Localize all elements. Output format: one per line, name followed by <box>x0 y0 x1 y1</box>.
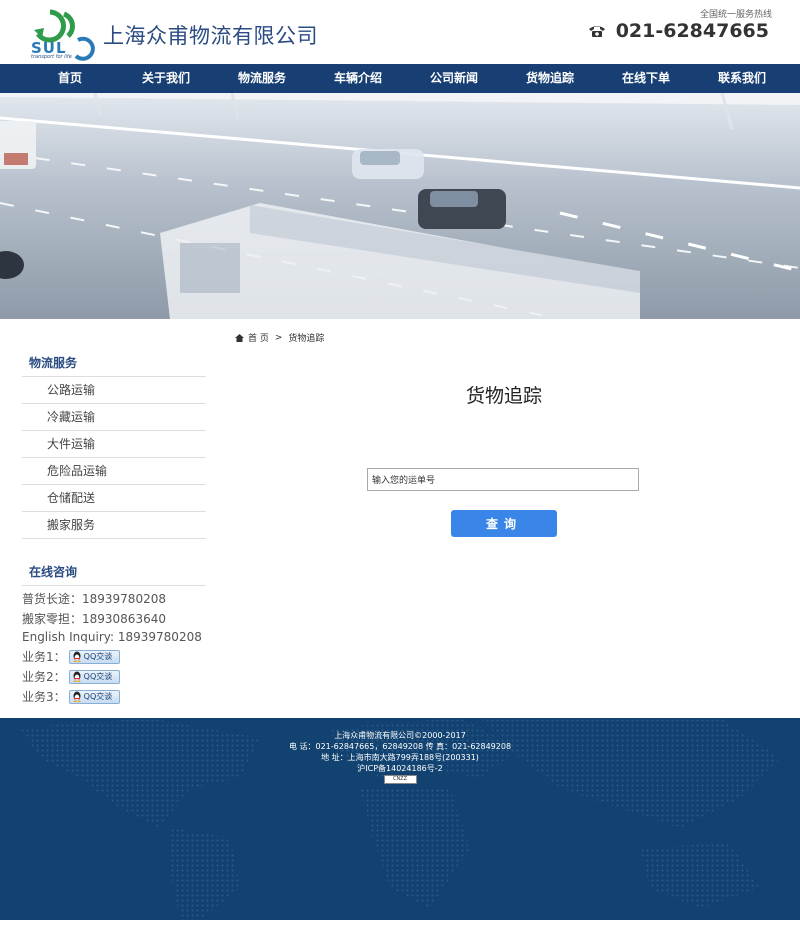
logo-slogan: transport for life <box>31 54 72 60</box>
breadcrumb-separator: > <box>274 332 283 343</box>
sidebar-item-moving[interactable]: 搬家服务 <box>22 512 206 539</box>
consult-title: 在线咨询 <box>22 559 206 586</box>
footer-info: 上海众甫物流有限公司©2000-2017 电 话：021-62847665，62… <box>0 730 800 785</box>
qq-chat-button-1[interactable]: QQ交谈 <box>68 649 120 664</box>
home-icon <box>235 333 244 342</box>
nav-item-order[interactable]: 在线下单 <box>598 64 694 93</box>
banner-image <box>0 93 800 319</box>
nav-item-services[interactable]: 物流服务 <box>214 64 310 93</box>
nav-item-news[interactable]: 公司新闻 <box>406 64 502 93</box>
qq-chat-label-3: QQ交谈 <box>83 692 113 701</box>
qq-chat-label-2: QQ交谈 <box>83 672 113 681</box>
qq-label-1: 业务1： <box>22 650 66 664</box>
nav-item-home[interactable]: 首页 <box>22 64 118 93</box>
qq-penguin-icon <box>73 671 81 682</box>
footer-icp[interactable]: 沪ICP备14024186号-2 <box>0 763 800 774</box>
header: SUL transport for life 上海众甫物流有限公司 全国统一服务… <box>0 0 800 64</box>
sidebar: 物流服务 公路运输 冷藏运输 大件运输 危险品运输 仓储配送 搬家服务 <box>22 350 206 539</box>
qq-chat-button-2[interactable]: QQ交谈 <box>68 669 120 684</box>
sidebar-title: 物流服务 <box>22 350 206 377</box>
nav-item-about[interactable]: 关于我们 <box>118 64 214 93</box>
contact-general-cargo: 普货长途：18939780208 <box>22 592 166 606</box>
qq-row-1: 业务1： QQ交谈 <box>22 648 120 665</box>
highway-photo <box>0 93 800 319</box>
telephone-icon <box>588 26 605 37</box>
hotline-number: 021-62847665 <box>615 20 769 42</box>
qq-chat-button-3[interactable]: QQ交谈 <box>68 689 120 704</box>
hotline: 021-62847665 <box>588 20 769 42</box>
query-button[interactable]: 查询 <box>451 510 557 537</box>
qq-chat-label-1: QQ交谈 <box>83 652 113 661</box>
tracking-number-input[interactable] <box>367 468 639 491</box>
footer-address: 地 址：上海市南大路799弄188号(200331) <box>321 753 479 762</box>
hotline-label: 全国统一服务热线 <box>699 10 772 20</box>
qq-penguin-icon <box>73 651 81 662</box>
breadcrumb-current: 货物追踪 <box>288 334 325 344</box>
sidebar-item-warehousing[interactable]: 仓储配送 <box>22 485 206 512</box>
sidebar-item-oversized[interactable]: 大件运输 <box>22 431 206 458</box>
sidebar-item-cold-chain[interactable]: 冷藏运输 <box>22 404 206 431</box>
nav-item-contact[interactable]: 联系我们 <box>694 64 790 93</box>
footer-phone: 电 话：021-62847665，62849208 传 真：021-628492… <box>288 742 512 751</box>
nav-item-vehicles[interactable]: 车辆介绍 <box>310 64 406 93</box>
company-name: 上海众甫物流有限公司 <box>103 24 318 48</box>
page-title: 货物追踪 <box>465 385 542 407</box>
qq-row-3: 业务3： QQ交谈 <box>22 688 120 705</box>
nav-item-tracking[interactable]: 货物追踪 <box>502 64 598 93</box>
contact-english: English Inquiry: 18939780208 <box>22 630 202 644</box>
qq-label-2: 业务2： <box>22 670 66 684</box>
sidebar-item-hazmat[interactable]: 危险品运输 <box>22 458 206 485</box>
contact-moving: 搬家零担：18930863640 <box>22 612 166 626</box>
breadcrumb-home[interactable]: 首 页 <box>248 331 269 344</box>
sidebar-item-road-transport[interactable]: 公路运输 <box>22 377 206 404</box>
footer: 上海众甫物流有限公司©2000-2017 电 话：021-62847665，62… <box>0 718 800 920</box>
footer-copyright: 上海众甫物流有限公司©2000-2017 <box>334 731 466 740</box>
cnzz-badge[interactable]: CNZZ <box>383 775 417 784</box>
qq-row-2: 业务2： QQ交谈 <box>22 668 120 685</box>
qq-penguin-icon <box>73 691 81 702</box>
breadcrumb: 首 页 > 货物追踪 <box>235 331 324 344</box>
qq-label-3: 业务3： <box>22 690 66 704</box>
main-nav: 首页 关于我们 物流服务 车辆介绍 公司新闻 货物追踪 在线下单 联系我们 <box>0 64 800 93</box>
